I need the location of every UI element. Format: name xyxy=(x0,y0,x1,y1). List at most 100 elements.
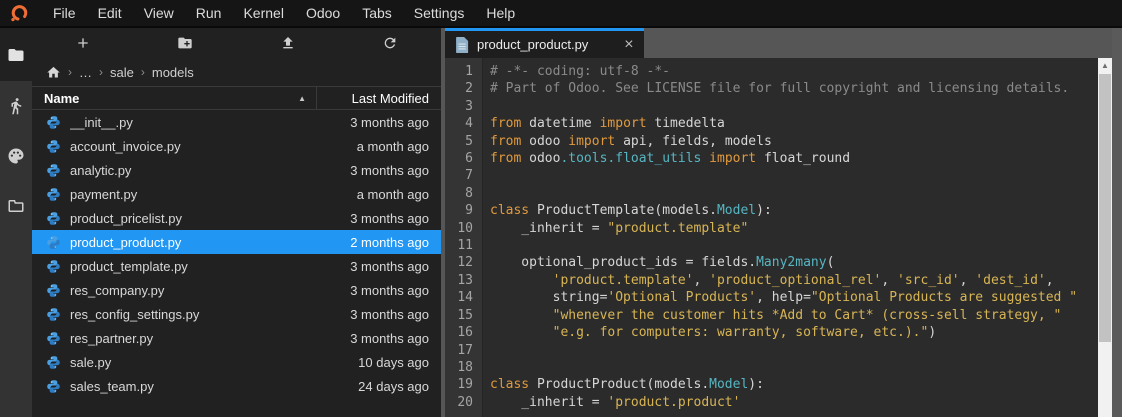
code-token: .tools.float_utils xyxy=(560,151,701,166)
file-row[interactable]: product_product.py2 months ago xyxy=(32,230,441,254)
new-folder-button[interactable] xyxy=(134,28,236,58)
line-number: 19 xyxy=(445,376,482,393)
code-line xyxy=(490,342,1094,359)
code-token: ): xyxy=(756,203,772,218)
refresh-button[interactable] xyxy=(339,28,441,58)
file-modified: 3 months ago xyxy=(350,259,429,274)
code-editor[interactable]: 1234567891011121314151617181920 # -*- co… xyxy=(445,58,1112,417)
code-token: Many2many xyxy=(756,255,826,270)
file-name: res_company.py xyxy=(70,283,341,298)
breadcrumb-separator: › xyxy=(68,65,72,79)
column-modified-label: Last Modified xyxy=(352,91,429,106)
code-line xyxy=(490,167,1094,184)
breadcrumb-item[interactable]: … xyxy=(79,65,92,80)
menu-file[interactable]: File xyxy=(42,0,87,26)
menu-odoo[interactable]: Odoo xyxy=(295,0,351,26)
line-number: 11 xyxy=(445,237,482,254)
file-modified: 3 months ago xyxy=(350,115,429,130)
sidebar-tab-file-browser[interactable] xyxy=(0,28,32,81)
menu-view[interactable]: View xyxy=(133,0,185,26)
file-row[interactable]: payment.pya month ago xyxy=(32,182,441,206)
menu-settings[interactable]: Settings xyxy=(403,0,476,26)
breadcrumb-item[interactable]: sale xyxy=(110,65,134,80)
line-number: 8 xyxy=(445,185,482,202)
file-modified: 3 months ago xyxy=(350,283,429,298)
file-name: product_product.py xyxy=(70,235,341,250)
line-number: 9 xyxy=(445,202,482,219)
menu-kernel[interactable]: Kernel xyxy=(232,0,294,26)
code-token: # -*- coding: utf-8 -*- xyxy=(490,64,670,79)
menu-bar: FileEditViewRunKernelOdooTabsSettingsHel… xyxy=(0,0,1122,28)
editor-tab[interactable]: product_product.py × xyxy=(445,28,644,58)
menu-edit[interactable]: Edit xyxy=(87,0,133,26)
breadcrumb-separator: › xyxy=(141,65,145,79)
code-content[interactable]: # -*- coding: utf-8 -*-# Part of Odoo. S… xyxy=(483,58,1112,417)
file-row[interactable]: res_partner.py3 months ago xyxy=(32,326,441,350)
code-token: import xyxy=(600,116,647,131)
menu-run[interactable]: Run xyxy=(185,0,233,26)
line-number: 12 xyxy=(445,254,482,271)
upload-button[interactable] xyxy=(237,28,339,58)
file-modified: 3 months ago xyxy=(350,211,429,226)
code-token: ) xyxy=(928,325,936,340)
file-row[interactable]: sale.py10 days ago xyxy=(32,350,441,374)
new-launcher-button[interactable] xyxy=(32,28,134,58)
column-header-name[interactable]: Name ▲ xyxy=(32,87,317,109)
menu-help[interactable]: Help xyxy=(475,0,526,26)
file-name: sales_team.py xyxy=(70,379,349,394)
python-file-icon xyxy=(46,379,61,394)
line-number: 18 xyxy=(445,359,482,376)
code-line: 'product.template', 'product_optional_re… xyxy=(490,272,1094,289)
odoo-logo-icon xyxy=(10,4,29,23)
file-row[interactable]: analytic.py3 months ago xyxy=(32,158,441,182)
file-modified: 24 days ago xyxy=(358,379,429,394)
breadcrumb-item[interactable]: models xyxy=(152,65,194,80)
editor-panel: product_product.py × 1234567891011121314… xyxy=(445,28,1112,417)
scrollbar-up-arrow-icon[interactable]: ▲ xyxy=(1098,58,1112,73)
file-modified: 3 months ago xyxy=(350,163,429,178)
column-header-last-modified[interactable]: Last Modified xyxy=(317,87,441,109)
code-token: from xyxy=(490,116,521,131)
code-token: ProductProduct(models. xyxy=(529,377,709,392)
file-name: account_invoice.py xyxy=(70,139,348,154)
menu-tabs[interactable]: Tabs xyxy=(351,0,403,26)
python-file-icon xyxy=(46,283,61,298)
code-line: _inherit = 'product.product' xyxy=(490,394,1094,411)
upload-icon xyxy=(280,35,296,51)
scrollbar-thumb[interactable] xyxy=(1099,74,1111,342)
file-modified: a month ago xyxy=(357,187,429,202)
code-token: _inherit = xyxy=(490,395,607,410)
code-line xyxy=(490,98,1094,115)
code-token: 'product.product' xyxy=(607,395,740,410)
refresh-icon xyxy=(382,35,398,51)
code-token: 'product.template' xyxy=(553,273,694,288)
close-tab-icon[interactable]: × xyxy=(624,37,633,53)
file-row[interactable]: sales_team.py 24 days ago xyxy=(32,374,441,398)
sidebar-tab-running-sessions[interactable] xyxy=(0,81,32,131)
home-icon[interactable] xyxy=(46,65,61,80)
breadcrumb: ›…›sale›models xyxy=(32,58,441,86)
breadcrumb-segments: ›…›sale›models xyxy=(68,65,194,80)
editor-scrollbar[interactable]: ▲ xyxy=(1098,58,1112,417)
file-row[interactable]: product_pricelist.py3 months ago xyxy=(32,206,441,230)
code-token: 'product_optional_rel' xyxy=(709,273,881,288)
file-name: res_partner.py xyxy=(70,331,341,346)
code-line xyxy=(490,359,1094,376)
code-token: 'Optional Products' xyxy=(607,290,756,305)
file-row[interactable]: res_company.py 3 months ago xyxy=(32,278,441,302)
file-row[interactable]: account_invoice.pya month ago xyxy=(32,134,441,158)
sidebar-tab-command-palette[interactable] xyxy=(0,131,32,181)
code-line: class ProductProduct(models.Model): xyxy=(490,376,1094,393)
sort-ascending-icon: ▲ xyxy=(298,94,306,103)
sidebar-tab-open-tabs[interactable] xyxy=(0,181,32,231)
file-row[interactable]: res_config_settings.py3 months ago xyxy=(32,302,441,326)
code-token: from xyxy=(490,134,521,149)
line-number: 3 xyxy=(445,98,482,115)
file-row[interactable]: __init__.py3 months ago xyxy=(32,110,441,134)
file-browser-panel: ›…›sale›models Name ▲ Last Modified __in… xyxy=(32,28,441,417)
code-token: "e.g. for computers: warranty, software,… xyxy=(553,325,929,340)
code-token: optional_product_ids = fields. xyxy=(490,255,756,270)
file-row[interactable]: product_template.py3 months ago xyxy=(32,254,441,278)
code-token: ( xyxy=(827,255,835,270)
code-line: "e.g. for computers: warranty, software,… xyxy=(490,324,1094,341)
